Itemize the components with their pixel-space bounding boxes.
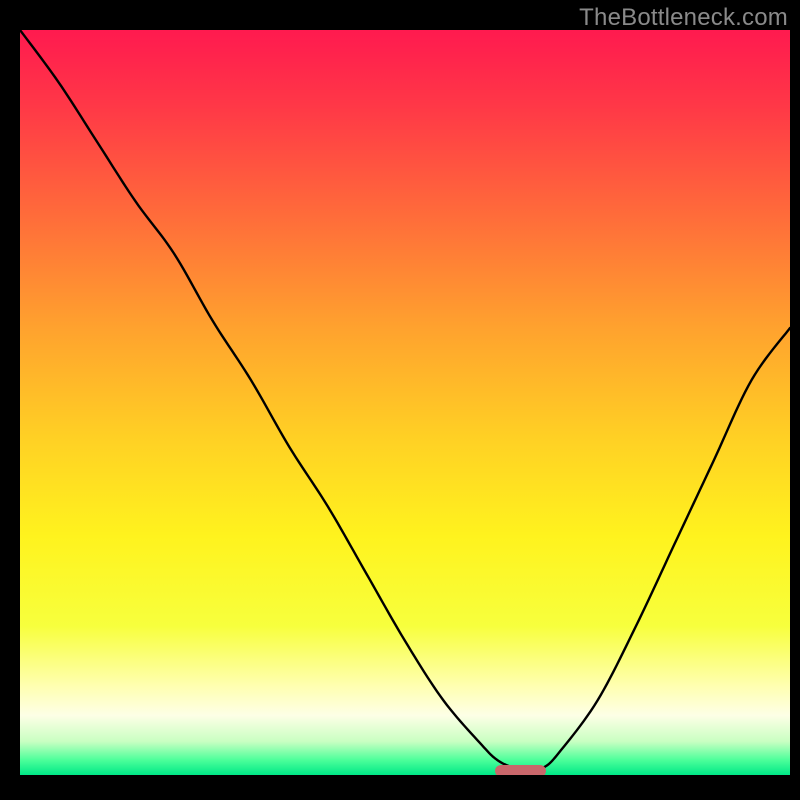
chart-frame: TheBottleneck.com [0, 0, 800, 800]
optimum-marker [495, 765, 546, 775]
bottleneck-curve [20, 30, 790, 775]
watermark-label: TheBottleneck.com [579, 4, 788, 32]
plot-area [20, 30, 790, 775]
